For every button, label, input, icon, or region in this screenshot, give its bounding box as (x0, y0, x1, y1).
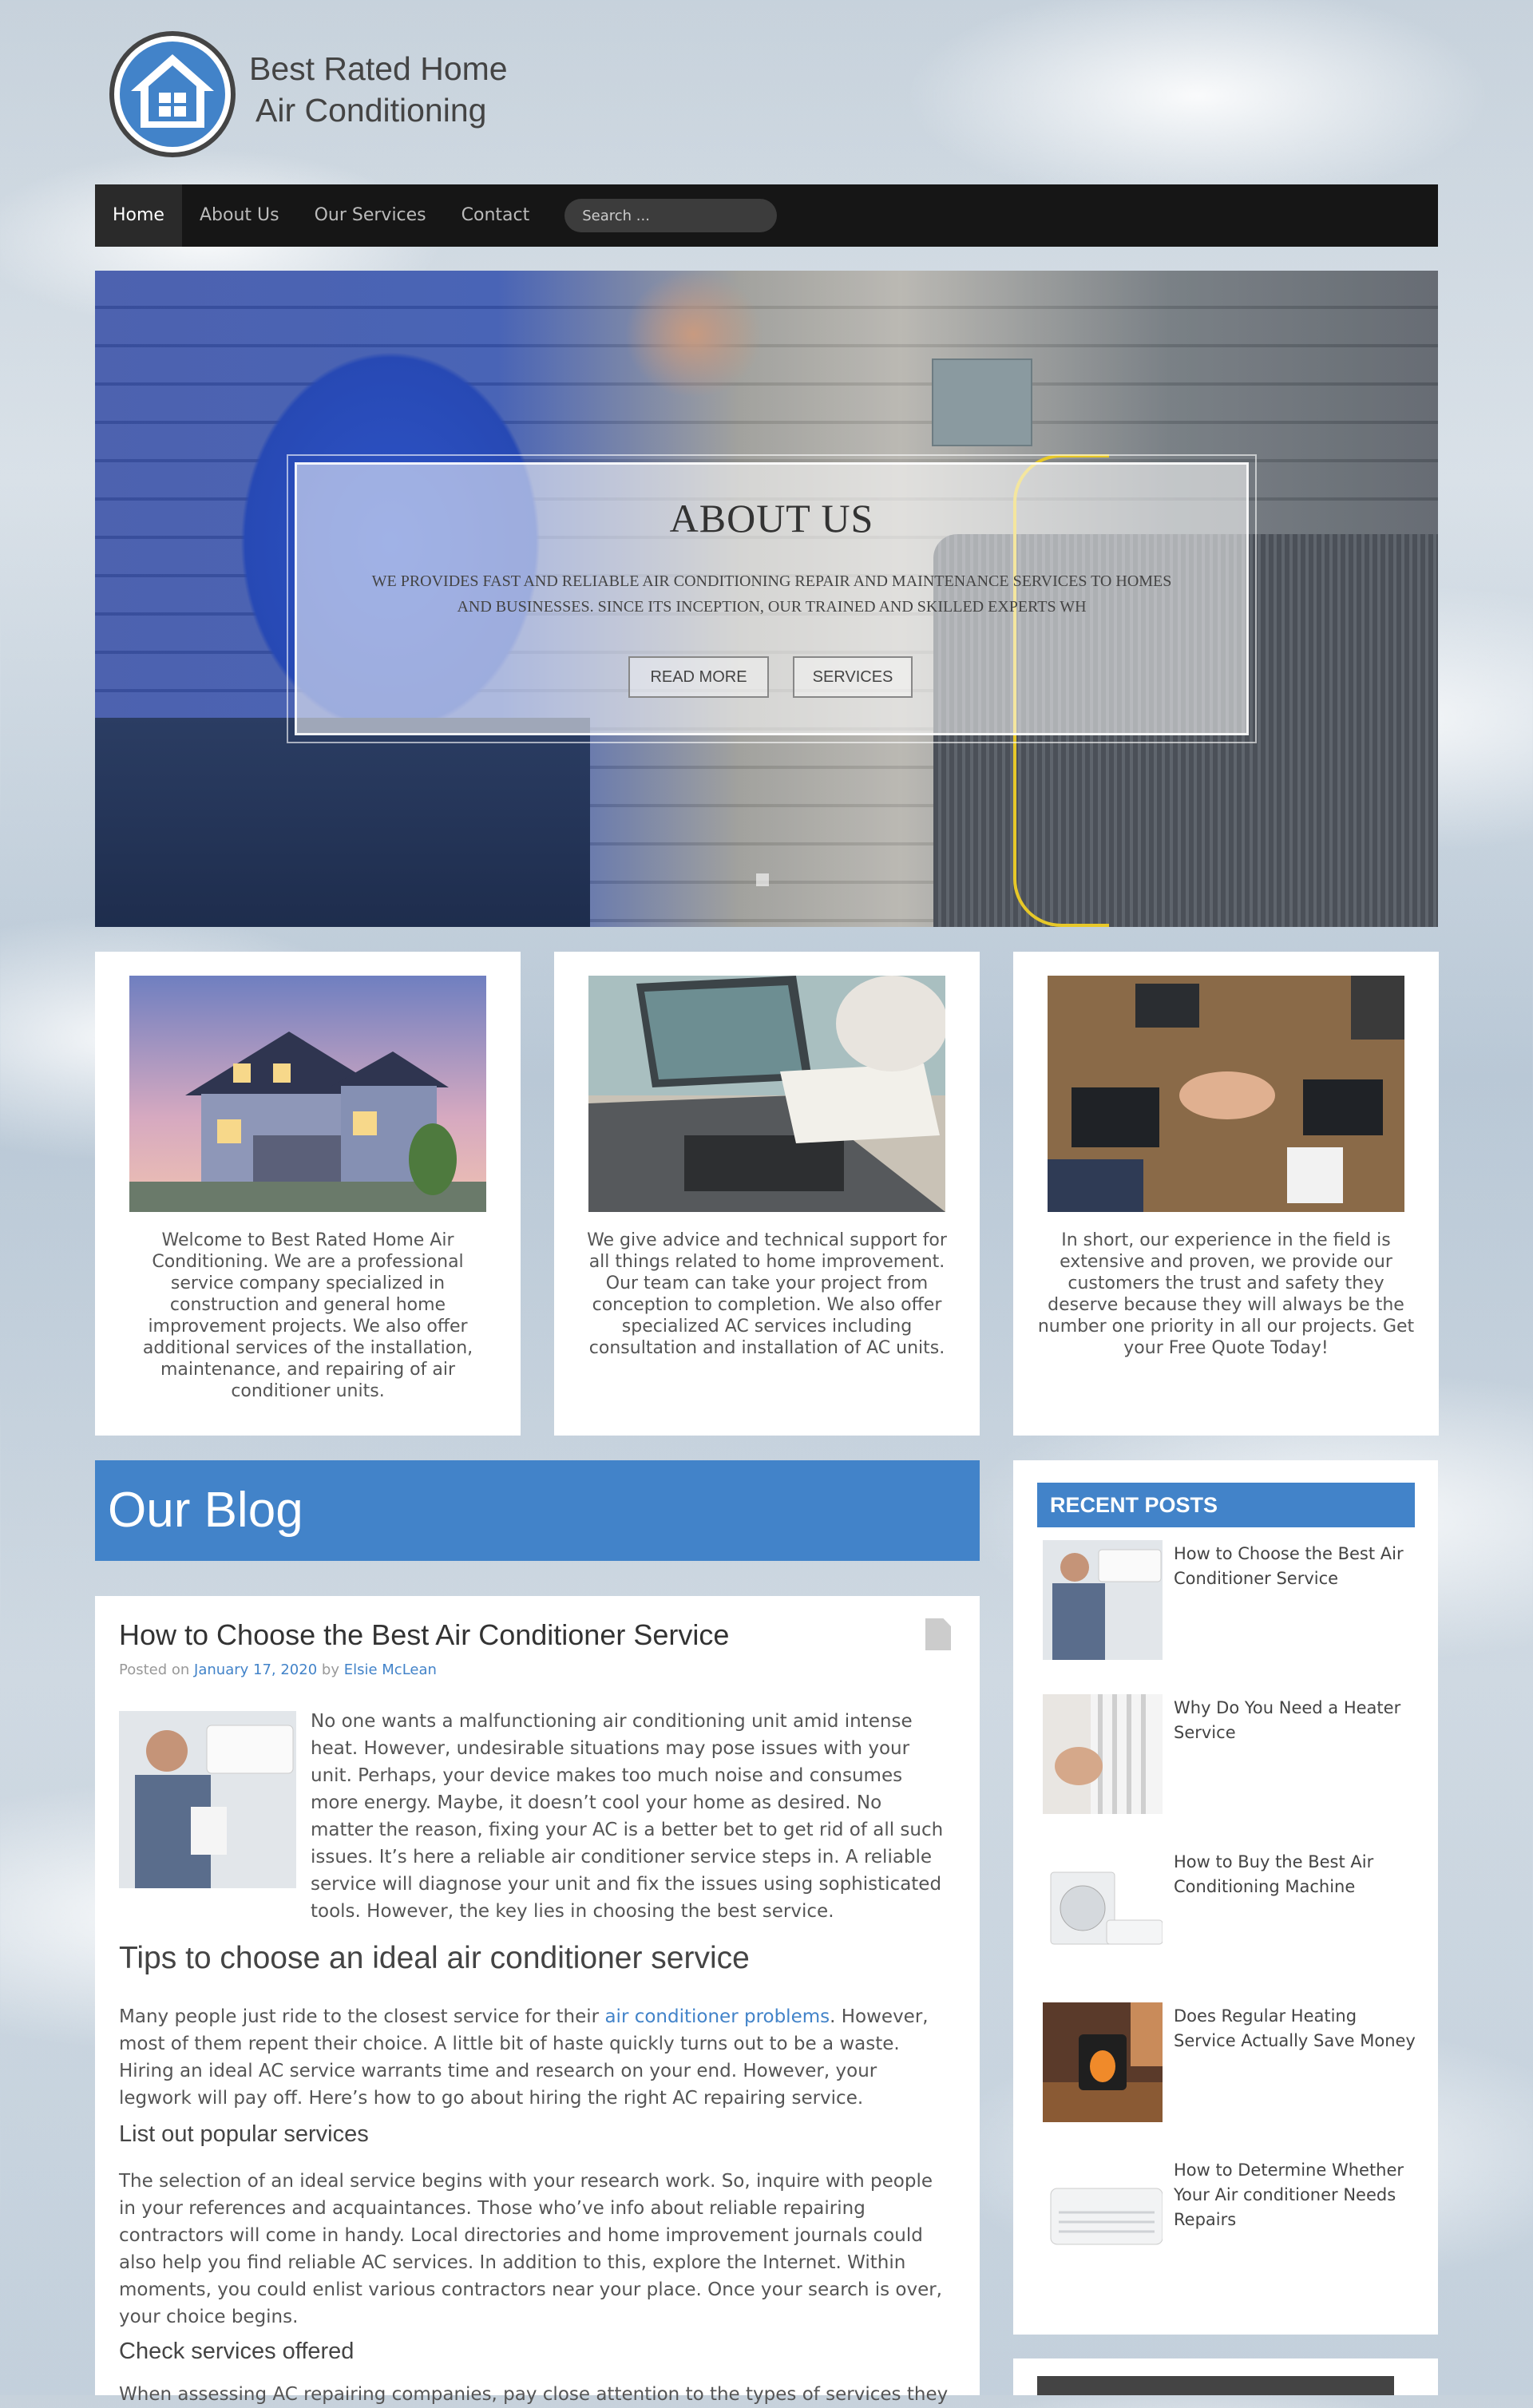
post-date-link[interactable]: January 17, 2020 (194, 1661, 317, 1678)
nav-our-services[interactable]: Our Services (297, 184, 444, 247)
blog-post: How to Choose the Best Air Conditioner S… (95, 1596, 980, 2405)
site-name[interactable]: Best Rated Home Air Conditioning (249, 48, 508, 131)
post-heading-list-services: List out popular services (119, 2121, 369, 2147)
sidebar-widget-image (1037, 2376, 1394, 2395)
post-paragraph-4: When assessing AC repairing companies, p… (119, 2384, 949, 2405)
feature-card-2: We give advice and technical support for… (554, 952, 980, 1436)
laptop-meeting-photo (588, 976, 945, 1212)
post-paragraph-3: The selection of an ideal service begins… (119, 2171, 942, 2327)
feature-card-1: Welcome to Best Rated Home Air Condition… (95, 952, 521, 1436)
recent-post-item[interactable]: Why Do You Need a Heater Service (1043, 1694, 1418, 1814)
search-input[interactable] (564, 199, 778, 232)
recent-post-thumb-heater (1043, 1694, 1163, 1814)
recent-post-item[interactable]: Does Regular Heating Service Actually Sa… (1043, 2002, 1418, 2122)
nav-contact[interactable]: Contact (444, 184, 548, 247)
nav-home[interactable]: Home (95, 184, 182, 247)
recent-post-item[interactable]: How to Determine Whether Your Air condit… (1043, 2157, 1418, 2276)
site-name-line1: Best Rated Home (249, 50, 508, 87)
recent-post-thumb-technician (1043, 1540, 1163, 1660)
post-paragraph-2: Many people just ride to the closest ser… (119, 2003, 953, 2112)
hero-slider: ABOUT US WE PROVIDES FAST AND RELIABLE A… (95, 271, 1438, 927)
post-subheading: Tips to choose an ideal air conditioner … (119, 1941, 750, 1975)
recent-post-title[interactable]: How to Choose the Best Air Conditioner S… (1174, 1542, 1421, 1591)
recent-post-item[interactable]: How to Choose the Best Air Conditioner S… (1043, 1540, 1418, 1660)
post-title[interactable]: How to Choose the Best Air Conditioner S… (119, 1618, 729, 1652)
posted-on-label: Posted on (119, 1661, 190, 1678)
hero-electrical-box-image (932, 358, 1032, 446)
slider-dot[interactable] (756, 873, 769, 886)
hero-technician-jeans-image (95, 718, 590, 927)
team-hands-photo (1048, 976, 1404, 1212)
recent-post-title[interactable]: Does Regular Heating Service Actually Sa… (1174, 2004, 1421, 2054)
read-more-button[interactable]: READ MORE (628, 656, 769, 698)
feature-text-2: We give advice and technical support for… (587, 1230, 947, 1358)
house-photo (129, 976, 486, 1212)
post-heading-check-services: Check services offered (119, 2339, 355, 2364)
post-author-link[interactable]: Elsie McLean (344, 1661, 437, 1678)
site-logo-house-icon[interactable] (109, 30, 236, 158)
recent-post-thumb-ac-machine (1043, 1848, 1163, 1968)
recent-post-title[interactable]: How to Determine Whether Your Air condit… (1174, 2158, 1421, 2232)
post-intro: No one wants a malfunctioning air condit… (311, 1711, 944, 1922)
nav-about-us[interactable]: About Us (182, 184, 297, 247)
feature-card-3: In short, our experience in the field is… (1013, 952, 1439, 1436)
recent-post-title[interactable]: How to Buy the Best Air Conditioning Mac… (1174, 1850, 1421, 1899)
feature-text-1: Welcome to Best Rated Home Air Condition… (142, 1230, 473, 1401)
blog-heading: Our Blog (95, 1460, 980, 1561)
sidebar-recent-posts: RECENT POSTS How to Choose the Best Air … (1013, 1460, 1438, 2335)
hero-caption-box: ABOUT US WE PROVIDES FAST AND RELIABLE A… (287, 454, 1257, 743)
recent-post-item[interactable]: How to Buy the Best Air Conditioning Mac… (1043, 1848, 1418, 1968)
recent-post-title[interactable]: Why Do You Need a Heater Service (1174, 1696, 1421, 1745)
recent-posts-heading: RECENT POSTS (1037, 1483, 1415, 1527)
recent-post-thumb-fireplace (1043, 2002, 1163, 2122)
recent-post-thumb-wall-ac (1043, 2157, 1163, 2276)
by-label: by (321, 1661, 339, 1678)
services-button[interactable]: SERVICES (793, 656, 913, 698)
post-thumbnail-technician (119, 1711, 296, 1888)
main-navigation: Home About Us Our Services Contact (95, 184, 1438, 247)
site-name-line2: Air Conditioning (256, 92, 487, 129)
feature-text-3: In short, our experience in the field is… (1037, 1230, 1415, 1358)
sidebar-widget-2 (1013, 2358, 1438, 2395)
hero-text: WE PROVIDES FAST AND RELIABLE AIR CONDIT… (371, 572, 1172, 616)
document-icon (925, 1618, 951, 1650)
post-meta: Posted on January 17, 2020 by Elsie McLe… (119, 1661, 437, 1678)
air-conditioner-problems-link[interactable]: air conditioner problems (604, 2006, 830, 2027)
p2-text-before: Many people just ride to the closest ser… (119, 2006, 605, 2027)
hero-technician-head-image (590, 271, 798, 430)
hero-title: ABOUT US (669, 496, 874, 541)
